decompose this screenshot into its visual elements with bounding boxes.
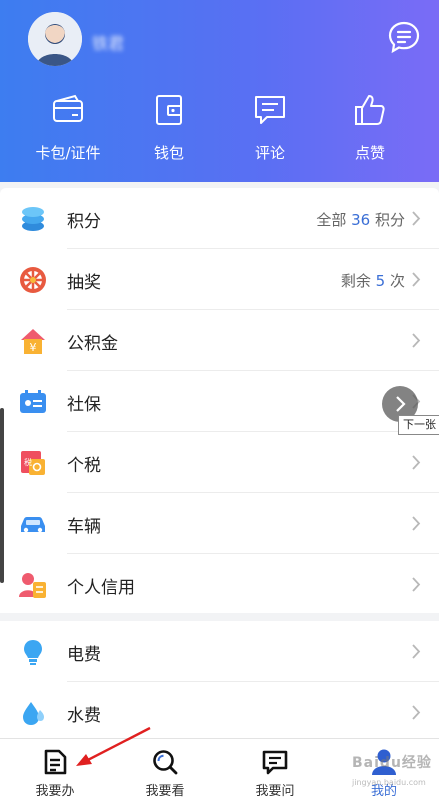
tab-label: 我要办 xyxy=(35,784,75,799)
water-icon xyxy=(23,702,44,725)
chevron-right-icon xyxy=(412,211,421,226)
svg-text:税: 税 xyxy=(24,457,32,467)
menu-item-vehicle[interactable]: 车辆 xyxy=(0,493,439,554)
quick-action-wallet[interactable]: 钱包 xyxy=(119,92,219,163)
chevron-right-icon xyxy=(412,705,421,720)
watermark: Baidu经验 xyxy=(352,755,432,771)
profile-header: 铁君 卡包/证件 钱包 评论 点赞 xyxy=(0,0,439,182)
menu-item-lottery[interactable]: 抽奖 剩余 5 次 xyxy=(0,249,439,310)
menu-item-label: 社保 xyxy=(67,395,101,415)
username: 铁君 xyxy=(92,34,125,53)
watermark-url: jingyan.baidu.com xyxy=(352,778,426,787)
services-menu: 积分 全部 36 积分 抽奖 剩余 5 次 ¥ 公积金 社保 税 个税 车辆 个… xyxy=(0,188,439,613)
quick-action-label: 点赞 xyxy=(354,144,385,162)
menu-item-water[interactable]: 水费 xyxy=(0,682,439,743)
card-wallet-icon xyxy=(53,94,83,122)
quick-action-label: 评论 xyxy=(254,144,285,162)
menu-item-label: 积分 xyxy=(67,212,101,232)
menu-item-label: 个税 xyxy=(67,456,101,476)
tab-ask[interactable]: 我要问 xyxy=(220,739,330,810)
menu-item-social-security[interactable]: 社保 xyxy=(0,371,439,432)
menu-item-points[interactable]: 积分 全部 36 积分 xyxy=(0,188,439,249)
tab-mine[interactable]: 我的 xyxy=(329,739,439,810)
chevron-right-icon xyxy=(412,516,421,531)
points-value: 全部 36 积分 xyxy=(316,209,405,230)
scroll-handle[interactable] xyxy=(0,408,4,583)
menu-item-income-tax[interactable]: 税 个税 xyxy=(0,432,439,493)
income-tax-icon: 税 xyxy=(21,451,45,475)
quick-action-card-wallet[interactable]: 卡包/证件 xyxy=(18,92,118,163)
menu-item-housing-fund[interactable]: ¥ 公积金 xyxy=(0,310,439,371)
social-security-icon xyxy=(20,390,46,413)
electricity-icon xyxy=(24,640,42,665)
quick-action-like[interactable]: 点赞 xyxy=(320,92,420,163)
menu-item-electricity[interactable]: 电费 xyxy=(0,621,439,682)
quick-action-label: 钱包 xyxy=(153,144,184,162)
points-icon xyxy=(22,207,44,231)
menu-item-label: 车辆 xyxy=(67,517,101,537)
annotation-arrow-icon xyxy=(76,726,151,766)
points-count: 36 xyxy=(351,211,371,229)
menu-item-label: 公积金 xyxy=(67,334,118,354)
menu-item-label: 电费 xyxy=(67,645,101,665)
menu-item-label: 水费 xyxy=(67,706,101,726)
quick-action-comment[interactable]: 评论 xyxy=(220,92,320,163)
lottery-prefix: 剩余 xyxy=(340,272,371,290)
thumbs-up-icon xyxy=(355,95,385,125)
bottom-nav: 我要办 我要看 我要问 我的 xyxy=(0,738,439,810)
svg-text:¥: ¥ xyxy=(30,341,37,354)
message-icon[interactable] xyxy=(387,20,421,54)
housing-fund-icon: ¥ xyxy=(21,329,45,354)
chevron-right-icon xyxy=(412,577,421,592)
comment-icon xyxy=(255,96,285,124)
chevron-right-icon xyxy=(412,333,421,348)
user-avatar-icon xyxy=(28,12,82,66)
chevron-right-icon xyxy=(412,455,421,470)
credit-icon xyxy=(19,573,46,598)
lottery-count: 5 xyxy=(375,272,386,290)
menu-item-label: 个人信用 xyxy=(67,578,135,598)
utilities-menu: 电费 水费 xyxy=(0,621,439,738)
tab-label: 我要看 xyxy=(145,784,185,799)
chevron-right-icon xyxy=(412,272,421,287)
wallet-icon xyxy=(156,95,182,125)
chevron-right-icon xyxy=(412,644,421,659)
tab-label: 我要问 xyxy=(255,784,295,799)
next-slide-tooltip: 下一张 xyxy=(398,415,439,435)
lottery-icon xyxy=(20,267,46,293)
menu-item-credit[interactable]: 个人信用 xyxy=(0,554,439,615)
lottery-value: 剩余 5 次 xyxy=(341,270,405,291)
menu-item-label: 抽奖 xyxy=(67,273,101,293)
chat-icon xyxy=(262,750,288,775)
document-icon xyxy=(44,749,67,775)
quick-action-label: 卡包/证件 xyxy=(35,144,101,162)
avatar[interactable] xyxy=(28,12,82,66)
vehicle-icon xyxy=(21,517,45,533)
search-icon xyxy=(153,750,178,775)
lottery-suffix: 次 xyxy=(389,272,405,290)
points-suffix: 积分 xyxy=(374,211,405,229)
points-prefix: 全部 xyxy=(316,211,347,229)
